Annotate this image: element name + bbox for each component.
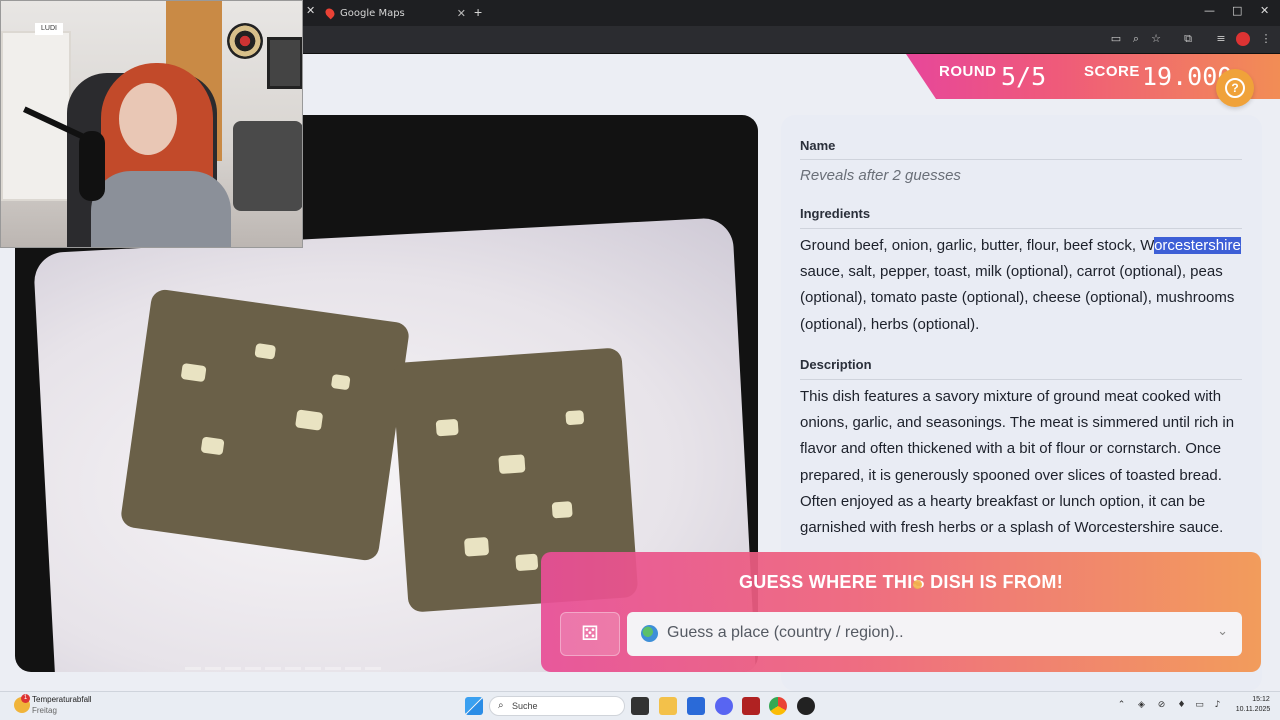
dartboard-image: [227, 23, 263, 59]
picture-frame: [267, 37, 302, 89]
dice-icon: ⚄: [581, 623, 599, 645]
name-placeholder: Reveals after 2 guesses: [800, 167, 961, 184]
description-text: This dish features a savory mixture of g…: [800, 388, 1235, 537]
menu-icon[interactable]: ⋮: [1259, 32, 1273, 46]
close-window-button[interactable]: ✕: [1260, 4, 1269, 17]
round-value: 5/5: [1001, 62, 1047, 91]
guess-input[interactable]: Guess a place (country / region).. ⌄: [627, 612, 1242, 656]
mouse-cursor: [913, 580, 922, 589]
help-button[interactable]: ?: [1216, 69, 1254, 107]
ingredients-text-part: Ground beef, onion, garlic, butter, flou…: [800, 237, 1155, 254]
media-icon[interactable]: ≡: [1214, 32, 1228, 46]
obs-icon[interactable]: [797, 697, 815, 715]
microphone-tray-icon[interactable]: ♦: [1176, 700, 1187, 711]
description-heading: Description: [800, 357, 872, 372]
text-selection-highlight: orcestershire: [1154, 237, 1241, 254]
windows-taskbar: 1 Temperaturabfall Freitag ⌕ Suche ⌃ ◈ ⊘…: [0, 691, 1280, 720]
close-icon[interactable]: ✕: [457, 7, 466, 20]
extensions-icon[interactable]: ⧉: [1181, 32, 1195, 46]
chrome-icon[interactable]: [769, 697, 787, 715]
clock-date[interactable]: 10.11.2025: [1232, 706, 1274, 713]
task-view-icon[interactable]: [631, 697, 649, 715]
ingredients-heading: Ingredients: [800, 206, 871, 221]
taskbar-search[interactable]: ⌕ Suche: [489, 696, 625, 716]
cast-icon[interactable]: ▭: [1109, 32, 1123, 46]
webcam-sign: LUDI: [35, 23, 63, 35]
round-label: ROUND: [939, 63, 997, 80]
help-icon: ?: [1225, 78, 1245, 98]
volume-icon[interactable]: ♪: [1212, 700, 1223, 711]
search-label: Suche: [512, 701, 538, 711]
guess-placeholder: Guess a place (country / region)..: [667, 624, 904, 641]
google-maps-icon: [323, 6, 337, 20]
name-heading: Name: [800, 138, 836, 153]
tray-chevron-icon[interactable]: ⌃: [1116, 700, 1127, 711]
random-guess-button[interactable]: ⚄: [560, 612, 620, 656]
microphone-icon: [79, 131, 105, 201]
file-explorer-icon[interactable]: [659, 697, 677, 715]
guess-bar: GUESS WHERE THIS DISH IS FROM! ⚄ Guess a…: [541, 552, 1261, 672]
weather-title: Temperaturabfall: [32, 695, 92, 704]
discord-icon[interactable]: [715, 697, 733, 715]
bookmark-star-icon[interactable]: ☆: [1149, 32, 1163, 46]
webcam-sofa: [233, 121, 302, 211]
close-tab-icon[interactable]: ✕: [306, 4, 315, 17]
clock-time[interactable]: 15:12: [1247, 696, 1275, 703]
toast-slice-left: [119, 288, 411, 562]
chevron-down-icon[interactable]: ⌄: [1217, 624, 1228, 639]
weather-badge: 1: [21, 694, 30, 703]
profile-avatar[interactable]: [1236, 32, 1250, 46]
search-icon: ⌕: [498, 700, 504, 711]
webcam-overlay: LUDI: [0, 0, 303, 248]
tab-label: Google Maps: [340, 7, 405, 19]
streamer-body: [91, 171, 231, 247]
tab-google-maps[interactable]: Google Maps ✕: [323, 3, 466, 23]
display-icon[interactable]: ▭: [1194, 700, 1205, 711]
voicemod-icon[interactable]: [742, 697, 760, 715]
zoom-icon[interactable]: ⌕: [1129, 32, 1143, 46]
divider: [800, 159, 1242, 160]
minimize-button[interactable]: —: [1204, 4, 1215, 17]
weather-sub: Freitag: [32, 706, 57, 715]
globe-icon: [641, 625, 658, 642]
maximize-button[interactable]: □: [1232, 4, 1242, 17]
windows-start-icon[interactable]: [465, 697, 483, 715]
score-label: SCORE: [1084, 63, 1140, 80]
ingredients-text: Ground beef, onion, garlic, butter, flou…: [800, 233, 1250, 338]
new-tab-button[interactable]: +: [474, 4, 482, 20]
divider: [800, 228, 1242, 229]
tray-network-off-icon[interactable]: ⊘: [1156, 700, 1167, 711]
guess-title: GUESS WHERE THIS DISH IS FROM!: [738, 572, 1064, 592]
store-icon[interactable]: [687, 697, 705, 715]
divider: [800, 379, 1242, 380]
tray-app-icon[interactable]: ◈: [1136, 700, 1147, 711]
streamer-face: [119, 83, 177, 155]
ingredients-text-part: sauce, salt, pepper, toast, milk (option…: [800, 263, 1235, 333]
photo-pager: [185, 667, 381, 670]
